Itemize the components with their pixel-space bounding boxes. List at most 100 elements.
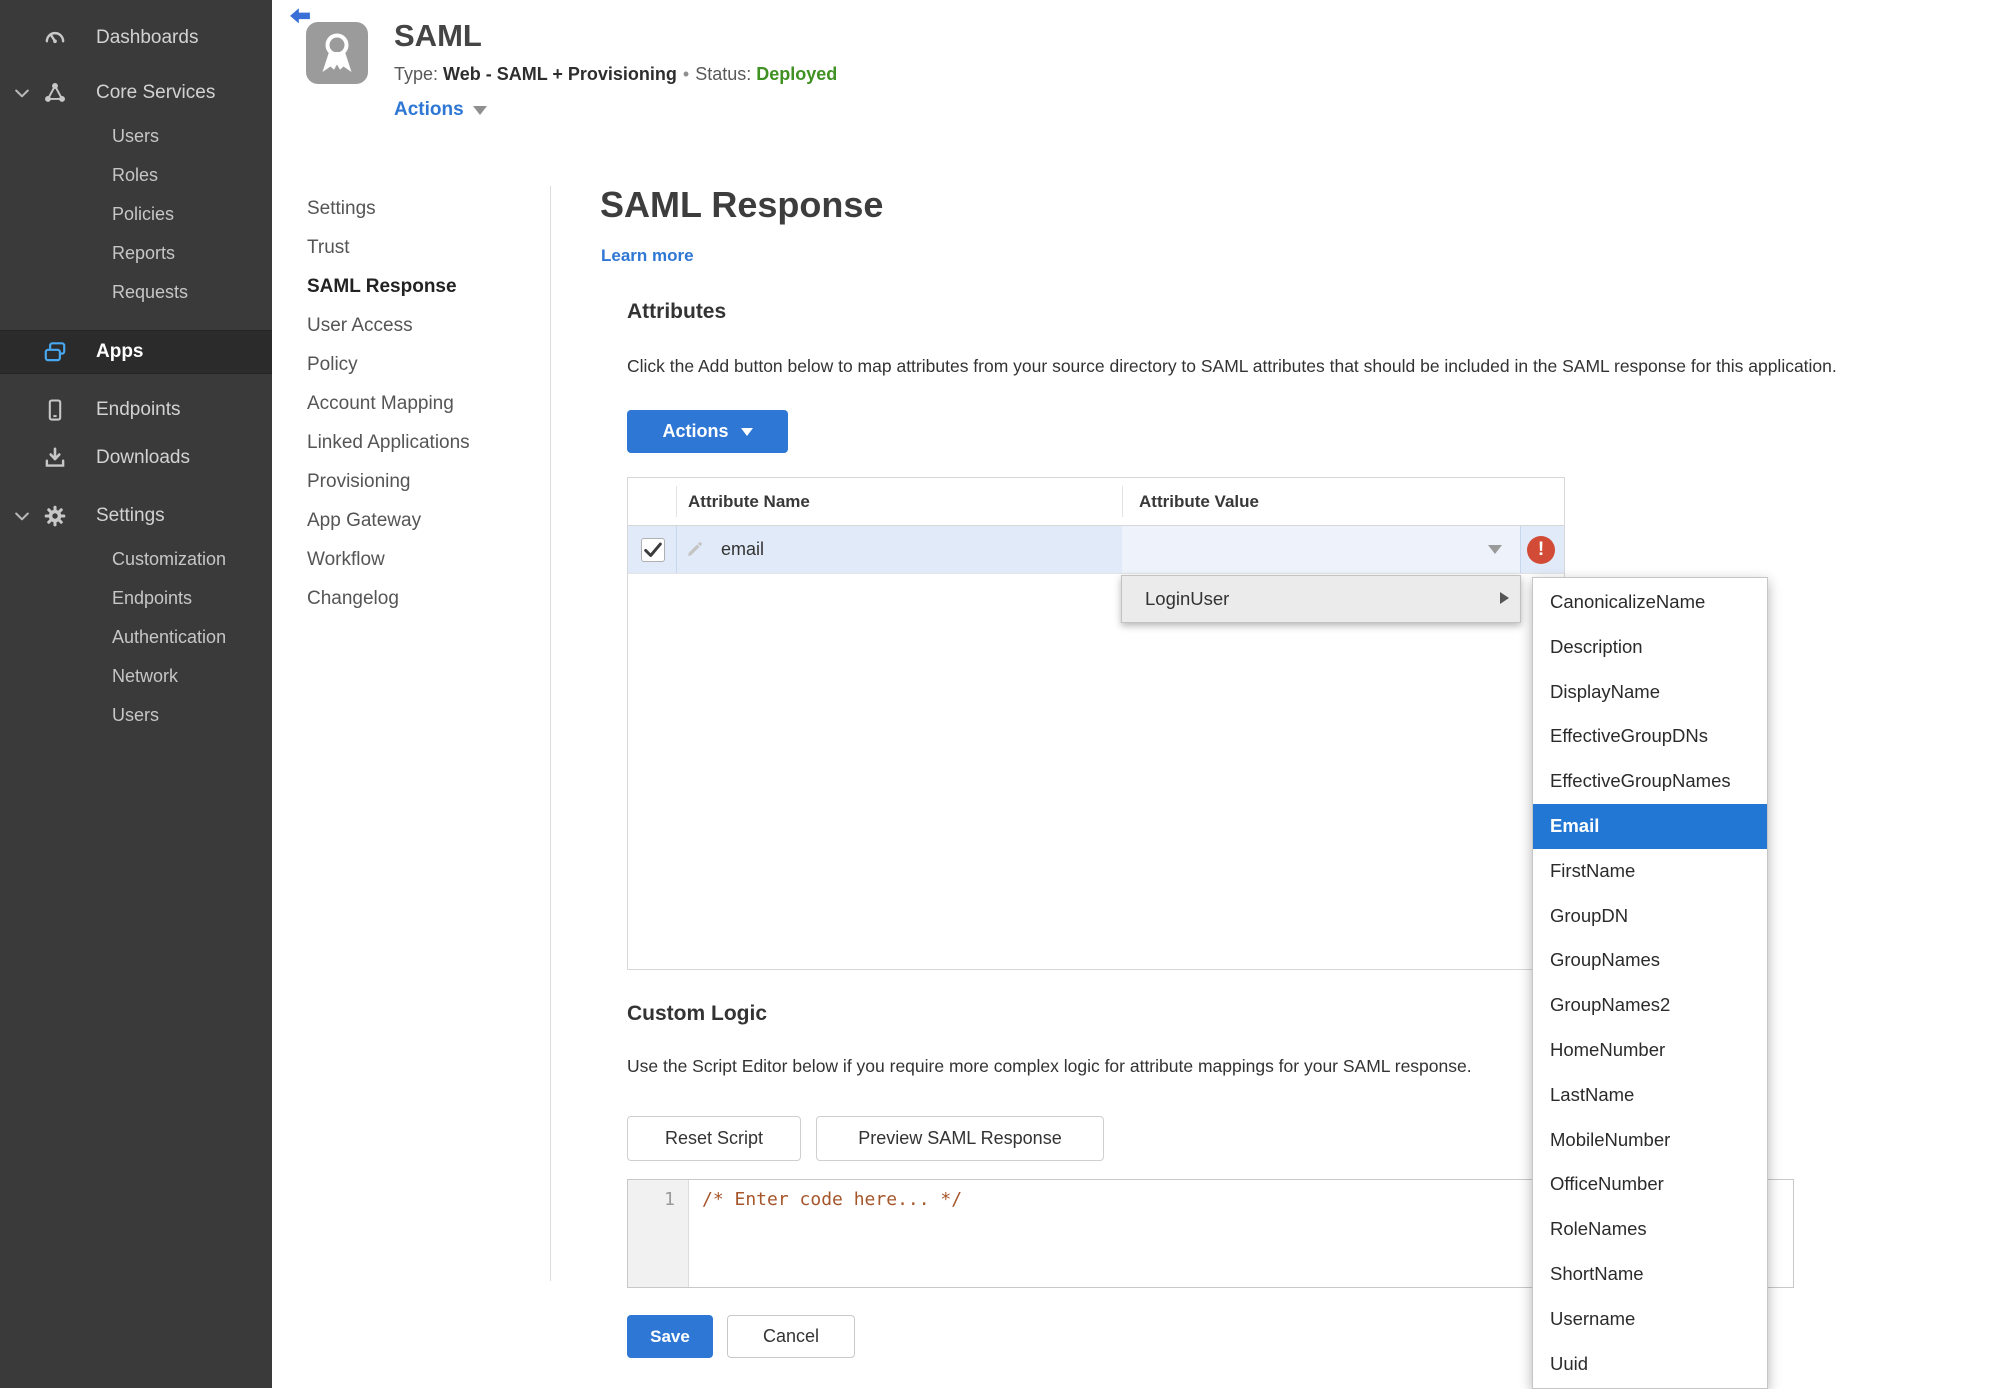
subnav-item-app-gateway[interactable]: App Gateway (307, 501, 537, 540)
status-badge: Deployed (756, 64, 838, 84)
sidebar-item-users[interactable]: Users (0, 117, 272, 156)
submenu-item-homenumber[interactable]: HomeNumber (1533, 1028, 1767, 1073)
sidebar-item-label: Users (112, 126, 160, 146)
pencil-icon[interactable] (684, 538, 706, 560)
sidebar-item-network[interactable]: Network (0, 657, 272, 696)
submenu-item-firstname[interactable]: FirstName (1533, 849, 1767, 894)
phone-icon (42, 397, 68, 423)
sidebar-item-core-services[interactable]: Core Services (0, 69, 272, 117)
chevron-down-icon (472, 105, 487, 115)
subnav-item-policy[interactable]: Policy (307, 345, 537, 384)
subnav-item-linked-applications[interactable]: Linked Applications (307, 423, 537, 462)
gauge-icon (42, 25, 68, 51)
reset-script-button[interactable]: Reset Script (627, 1116, 801, 1161)
submenu-item-canonicalizename[interactable]: CanonicalizeName (1533, 580, 1767, 625)
sidebar-item-downloads[interactable]: Downloads (0, 434, 272, 482)
sidebar-item-customization[interactable]: Customization (0, 540, 272, 579)
row-checkbox[interactable] (641, 538, 665, 562)
subnav-item-changelog[interactable]: Changelog (307, 579, 537, 618)
submenu-item-groupnames[interactable]: GroupNames (1533, 938, 1767, 983)
column-header-attribute-value: Attribute Value (1139, 492, 1259, 511)
preview-saml-response-button[interactable]: Preview SAML Response (816, 1116, 1104, 1161)
submenu-item-email[interactable]: Email (1533, 803, 1767, 849)
sidebar-item-label: Network (112, 666, 179, 686)
editor-code[interactable]: /* Enter code here... */ (702, 1189, 962, 1210)
sidebar-item-authentication[interactable]: Authentication (0, 618, 272, 657)
page-title: SAML Response (600, 184, 884, 225)
sidebar-item-label: Settings (96, 505, 165, 526)
sidebar-item-endpoints[interactable]: Endpoints (0, 579, 272, 618)
submenu-item-groupdn[interactable]: GroupDN (1533, 894, 1767, 939)
save-button[interactable]: Save (627, 1315, 713, 1358)
submenu-item-mobilenumber[interactable]: MobileNumber (1533, 1118, 1767, 1163)
sidebar-item-label: Roles (112, 165, 159, 185)
gear-icon (42, 503, 68, 529)
sidebar-item-users[interactable]: Users (0, 696, 272, 735)
sidebar-item-settings[interactable]: Settings (0, 492, 272, 540)
error-icon: ! (1527, 536, 1555, 564)
sidebar-item-label: Users (112, 705, 160, 725)
sidebar-item-apps[interactable]: Apps (0, 330, 272, 374)
editor-line-number: 1 (628, 1180, 689, 1287)
sidebar-item-policies[interactable]: Policies (0, 195, 272, 234)
sidebar-item-roles[interactable]: Roles (0, 156, 272, 195)
learn-more-link[interactable]: Learn more (601, 246, 694, 266)
chevron-down-icon (1488, 545, 1502, 554)
dropdown-item-loginuser[interactable]: LoginUser (1145, 576, 1229, 622)
sidebar-item-dashboards[interactable]: Dashboards (0, 14, 272, 62)
chevron-down-icon[interactable] (12, 83, 32, 103)
submenu-item-uuid[interactable]: Uuid (1533, 1342, 1767, 1387)
sidebar-item-label: Reports (112, 243, 176, 263)
submenu-item-description[interactable]: Description (1533, 625, 1767, 670)
attributes-actions-button[interactable]: Actions (627, 410, 788, 453)
subnav-item-trust[interactable]: Trust (307, 228, 537, 267)
sidebar-item-label: Downloads (96, 447, 190, 468)
submenu-item-effectivegroupnames[interactable]: EffectiveGroupNames (1533, 759, 1767, 804)
sidebar-item-endpoints[interactable]: Endpoints (0, 386, 272, 434)
column-header-attribute-name: Attribute Name (688, 492, 810, 511)
submenu-item-shortname[interactable]: ShortName (1533, 1252, 1767, 1297)
attribute-submenu: CanonicalizeName Description DisplayName Ef… (1532, 577, 1768, 1389)
submenu-arrow-icon (1500, 592, 1509, 604)
app-subnav: Settings Trust SAML Response User Access Pol… (307, 189, 537, 618)
custom-logic-heading: Custom Logic (627, 1002, 767, 1025)
submenu-item-displayname[interactable]: DisplayName (1533, 670, 1767, 715)
chevron-down-icon[interactable] (12, 506, 32, 526)
core-services-icon (42, 80, 68, 106)
sidebar: Dashboards Core Services Users Roles Policie… (0, 0, 272, 1388)
submenu-item-username[interactable]: Username (1533, 1297, 1767, 1342)
submenu-item-groupnames2[interactable]: GroupNames2 (1533, 983, 1767, 1028)
table-row[interactable]: email! (628, 526, 1564, 574)
attribute-value-dropdown[interactable]: LoginUser (1121, 575, 1521, 623)
subnav-item-saml-response[interactable]: SAML Response (307, 267, 537, 306)
sidebar-item-reports[interactable]: Reports (0, 234, 272, 273)
subnav-item-settings[interactable]: Settings (307, 189, 537, 228)
sidebar-item-label: Endpoints (112, 588, 193, 608)
download-icon (42, 445, 68, 471)
cancel-button[interactable]: Cancel (727, 1315, 855, 1358)
attribute-value-cell[interactable] (1122, 526, 1520, 573)
subnav-item-user-access[interactable]: User Access (307, 306, 537, 345)
sidebar-item-label: Requests (112, 282, 189, 302)
header-actions-menu[interactable]: Actions (394, 99, 487, 121)
app-badge-icon (306, 22, 368, 84)
type-label: Type: (394, 64, 439, 84)
app-meta: Type: Web - SAML + Provisioning • Status: … (394, 64, 837, 85)
subnav-item-account-mapping[interactable]: Account Mapping (307, 384, 537, 423)
submenu-item-lastname[interactable]: LastName (1533, 1073, 1767, 1118)
submenu-item-officenumber[interactable]: OfficeNumber (1533, 1162, 1767, 1207)
sidebar-item-label: Policies (112, 204, 175, 224)
status-label: Status: (695, 64, 752, 84)
chevron-down-icon (740, 427, 753, 436)
header-actions-label: Actions (394, 99, 464, 120)
submenu-item-rolenames[interactable]: RoleNames (1533, 1207, 1767, 1252)
sidebar-item-label: Endpoints (96, 399, 181, 420)
subnav-item-workflow[interactable]: Workflow (307, 540, 537, 579)
meta-separator: • (682, 64, 690, 84)
sidebar-item-requests[interactable]: Requests (0, 273, 272, 312)
subnav-item-provisioning[interactable]: Provisioning (307, 462, 537, 501)
column-divider (676, 486, 677, 517)
submenu-item-effectivegroupdns[interactable]: EffectiveGroupDNs (1533, 714, 1767, 759)
sidebar-item-label: Apps (96, 341, 144, 362)
app-title: SAML (394, 18, 482, 53)
